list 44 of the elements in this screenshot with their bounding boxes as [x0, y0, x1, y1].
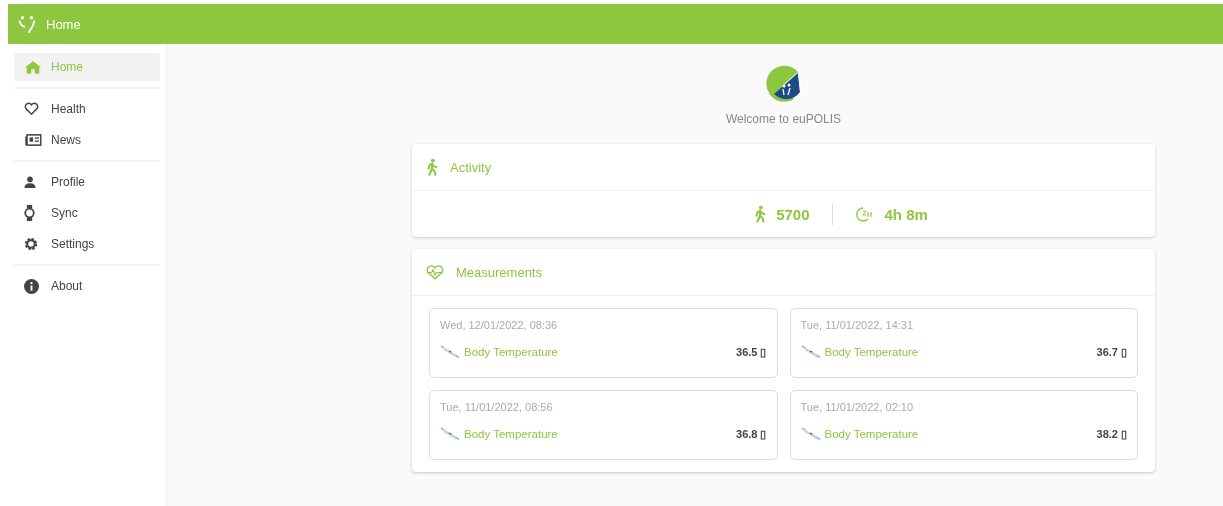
thermometer-icon	[800, 427, 821, 441]
nav-item[interactable]: Settings	[14, 230, 160, 258]
measurement-item[interactable]: Tue, 11/01/2022, 02:10 Body Temperature 38.2 ▯	[789, 390, 1138, 460]
watch-icon	[24, 205, 35, 221]
measurement-value: 38.2 ▯	[1096, 427, 1127, 441]
measurement-name: Body Temperature	[824, 428, 920, 440]
people-logo-icon	[18, 15, 36, 33]
nav-item[interactable]: News	[14, 126, 160, 154]
heart-icon	[24, 102, 39, 116]
measurement-name: Body Temperature	[824, 346, 920, 358]
measurement-value: 36.7 ▯	[1096, 345, 1127, 359]
walking-person-icon	[426, 158, 438, 176]
card-title: Measurements	[456, 264, 542, 280]
measurement-value: 36.8 ▯	[736, 427, 767, 441]
heartbeat-icon	[426, 264, 444, 280]
measurement-date: Tue, 11/01/2022, 02:10	[800, 401, 915, 413]
steps-count: 5700	[776, 205, 810, 223]
measurement-date: Tue, 11/01/2022, 14:31	[800, 319, 915, 331]
sleep-moon-icon	[854, 206, 875, 222]
person-icon	[24, 176, 36, 188]
nav-item[interactable]: Sync	[14, 199, 160, 227]
measurement-name: Body Temperature	[464, 428, 559, 440]
card-title: Activity	[450, 159, 492, 175]
thermometer-icon	[440, 345, 460, 359]
measurement-item[interactable]: Tue, 11/01/2022, 08:56 Body Temperature 36.8 ▯	[429, 390, 778, 460]
measurement-date: Wed, 12/01/2022, 08:36	[440, 319, 559, 331]
settings-icon	[24, 237, 38, 251]
home-icon	[24, 59, 42, 75]
newspaper-icon	[24, 134, 42, 146]
welcome-text: Welcome to euPOLIS	[725, 112, 842, 126]
thermometer-icon	[800, 345, 821, 359]
measurement-date: Tue, 11/01/2022, 08:56	[440, 401, 554, 413]
nav-item[interactable]: About	[14, 272, 160, 300]
sleep-duration: 4h 8m	[884, 205, 928, 223]
thermometer-icon	[440, 427, 460, 441]
measurement-item[interactable]: Wed, 12/01/2022, 08:36 Body Temperature 36.5 ▯	[429, 308, 778, 378]
measurement-name: Body Temperature	[464, 346, 559, 358]
info-icon	[24, 278, 39, 294]
walking-person-icon	[754, 205, 767, 223]
nav-item[interactable]: Health	[14, 95, 160, 123]
nav-item[interactable]: Profile	[14, 168, 160, 196]
app-bar-title: Home	[46, 16, 81, 32]
measurement-item[interactable]: Tue, 11/01/2022, 14:31 Body Temperature 36.7 ▯	[789, 308, 1138, 378]
measurement-value: 36.5 ▯	[736, 345, 767, 359]
